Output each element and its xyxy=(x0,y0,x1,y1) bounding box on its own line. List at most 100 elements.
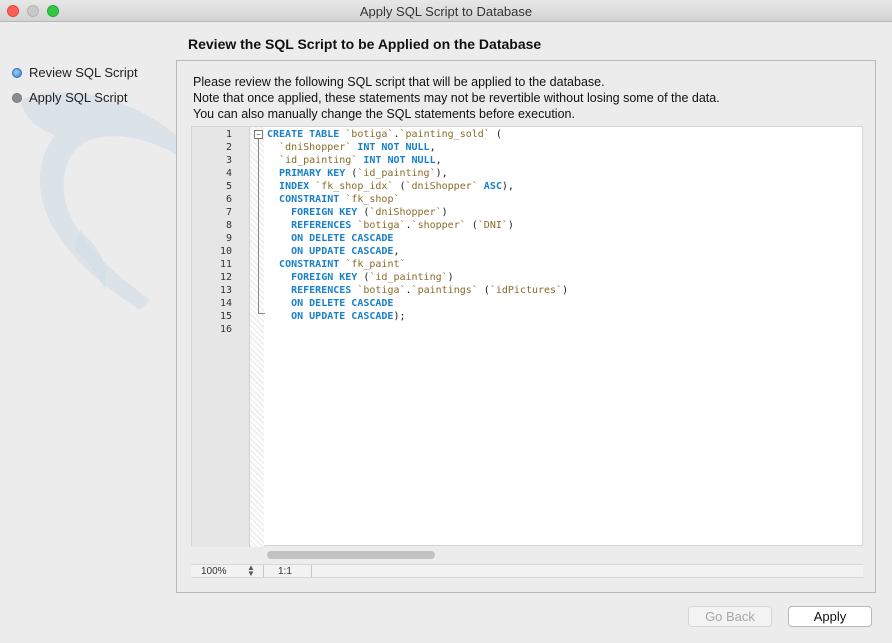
code-line[interactable]: ON UPDATE CASCADE); xyxy=(267,310,568,323)
sql-punctuation: ( xyxy=(357,272,370,283)
line-number: 9 xyxy=(225,233,232,244)
page-title: Review the SQL Script to be Applied on t… xyxy=(188,36,542,52)
sql-identifier: `fk_shop_idx` xyxy=(315,181,394,192)
fold-margin xyxy=(250,127,264,547)
sql-punctuation: ( xyxy=(357,207,370,218)
sql-punctuation xyxy=(267,181,279,192)
sql-punctuation: ( xyxy=(345,168,358,179)
sql-identifier: `id_painting` xyxy=(369,272,448,283)
sql-punctuation: , xyxy=(429,142,436,153)
line-numbers: 1 2 3 4 5 6 7 8 9 10 11 12 13 14 15 16 xyxy=(192,128,232,336)
sql-punctuation: ), xyxy=(435,168,448,179)
sql-keyword: ON DELETE CASCADE xyxy=(291,233,394,244)
code-line[interactable]: FOREIGN KEY (`id_painting`) xyxy=(267,271,568,284)
window-title: Apply SQL Script to Database xyxy=(359,4,533,19)
code-line[interactable]: CREATE TABLE `botiga`.`painting_sold` ( xyxy=(267,128,568,141)
sql-identifier: `shopper` xyxy=(411,220,466,231)
content-panel: Please review the following SQL script t… xyxy=(176,60,876,593)
sql-keyword: CREATE TABLE xyxy=(267,129,346,140)
sql-punctuation: , xyxy=(435,155,442,166)
sql-punctuation xyxy=(267,311,291,322)
sql-punctuation: ( xyxy=(489,129,502,140)
code-line[interactable]: ON UPDATE CASCADE, xyxy=(267,245,568,258)
sql-identifier: `painting_sold` xyxy=(399,129,490,140)
line-number: 2 xyxy=(225,142,232,153)
line-number: 5 xyxy=(225,181,232,192)
fold-guide-end xyxy=(258,313,265,314)
line-number: 4 xyxy=(225,168,232,179)
cursor-position: 1:1 xyxy=(278,566,292,577)
line-number: 12 xyxy=(219,272,232,283)
sql-punctuation xyxy=(267,194,279,205)
zoom-stepper-icon[interactable]: ▲ ▼ xyxy=(247,564,255,578)
code-line[interactable]: FOREIGN KEY (`dniShopper`) xyxy=(267,206,568,219)
sql-punctuation xyxy=(267,298,291,309)
fold-toggle-icon[interactable]: − xyxy=(254,130,263,139)
code-line[interactable]: ON DELETE CASCADE xyxy=(267,232,568,245)
sql-script-editor[interactable]: 1 2 3 4 5 6 7 8 9 10 11 12 13 14 15 16 − CREATE TABLE `… xyxy=(191,126,863,559)
line-number: 16 xyxy=(219,324,232,335)
step-apply-sql-script: Apply SQL Script xyxy=(12,85,138,110)
step-review-sql-script: Review SQL Script xyxy=(12,60,138,85)
code-line[interactable]: `id_painting` INT NOT NULL, xyxy=(267,154,568,167)
sql-keyword: FOREIGN KEY xyxy=(291,207,358,218)
code-line[interactable]: ON DELETE CASCADE xyxy=(267,297,568,310)
line-number: 1 xyxy=(225,129,232,140)
apply-button[interactable]: Apply xyxy=(788,606,872,627)
sql-punctuation xyxy=(267,168,279,179)
sql-keyword: PRIMARY KEY xyxy=(279,168,346,179)
sql-keyword: INDEX xyxy=(279,181,310,192)
sql-punctuation xyxy=(267,285,291,296)
sql-identifier: `fk_paint` xyxy=(345,259,406,270)
code-line[interactable] xyxy=(267,323,568,336)
code-line[interactable]: CONSTRAINT `fk_paint` xyxy=(267,258,568,271)
sql-punctuation xyxy=(267,142,279,153)
code-line[interactable]: CONSTRAINT `fk_shop` xyxy=(267,193,568,206)
code-line[interactable]: REFERENCES `botiga`.`paintings` (`idPict… xyxy=(267,284,568,297)
description-line: Note that once applied, these statements… xyxy=(193,91,720,105)
sql-punctuation: ); xyxy=(393,311,406,322)
sql-code[interactable]: CREATE TABLE `botiga`.`painting_sold` ( … xyxy=(267,128,568,336)
code-line[interactable]: PRIMARY KEY (`id_painting`), xyxy=(267,167,568,180)
go-back-button[interactable]: Go Back xyxy=(688,606,772,627)
window-titlebar: Apply SQL Script to Database xyxy=(0,0,892,22)
sql-identifier: `DNI` xyxy=(477,220,508,231)
line-number: 7 xyxy=(225,207,232,218)
line-number: 13 xyxy=(219,285,232,296)
code-line[interactable]: INDEX `fk_shop_idx` (`dniShopper` ASC), xyxy=(267,180,568,193)
sql-punctuation: ) xyxy=(447,272,454,283)
sql-keyword: CONSTRAINT xyxy=(279,259,340,270)
sql-identifier: `dniShopper` xyxy=(279,142,352,153)
line-number: 3 xyxy=(225,155,232,166)
line-number: 8 xyxy=(225,220,232,231)
divider xyxy=(311,565,312,577)
sql-keyword: INT NOT NULL xyxy=(363,155,436,166)
sql-keyword: ON UPDATE CASCADE xyxy=(291,311,394,322)
code-line[interactable]: `dniShopper` INT NOT NULL, xyxy=(267,141,568,154)
sql-identifier: `dniShopper` xyxy=(369,207,442,218)
sql-identifier: `id_painting` xyxy=(357,168,436,179)
code-line[interactable]: REFERENCES `botiga`.`shopper` (`DNI`) xyxy=(267,219,568,232)
inactive-step-icon xyxy=(12,92,22,103)
sql-punctuation: , xyxy=(393,246,400,257)
line-number: 14 xyxy=(219,298,232,309)
horizontal-scrollbar[interactable] xyxy=(267,551,435,559)
sql-punctuation: ) xyxy=(562,285,569,296)
sql-keyword: INT NOT NULL xyxy=(357,142,430,153)
active-step-icon xyxy=(12,67,22,78)
sql-identifier: `idPictures` xyxy=(489,285,563,296)
divider xyxy=(263,565,264,577)
sql-keyword: ASC xyxy=(483,181,502,192)
sql-identifier: `dniShopper` xyxy=(405,181,478,192)
sql-punctuation: ( xyxy=(477,285,490,296)
line-number: 10 xyxy=(219,246,232,257)
sql-keyword: ON DELETE CASCADE xyxy=(291,298,394,309)
sql-punctuation xyxy=(267,272,291,283)
sql-identifier: `botiga` xyxy=(345,129,394,140)
sql-keyword: REFERENCES xyxy=(291,220,352,231)
sql-punctuation xyxy=(267,155,279,166)
sql-punctuation: ( xyxy=(465,220,478,231)
zoom-level[interactable]: 100% xyxy=(201,566,227,577)
sql-punctuation xyxy=(267,246,291,257)
sql-identifier: `botiga` xyxy=(357,285,406,296)
